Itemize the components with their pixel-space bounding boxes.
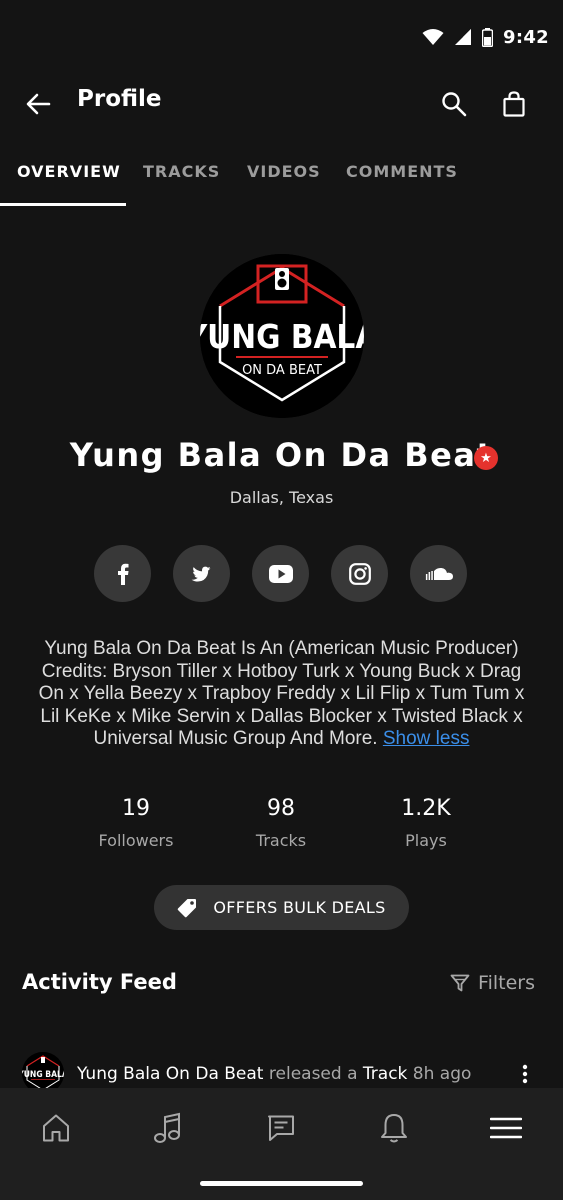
avatar-logo: YUNG BALA ON DA BEAT bbox=[200, 254, 364, 418]
profile-location: Dallas, Texas bbox=[229, 488, 334, 507]
profile-name: Yung Bala On Da Beat bbox=[69, 436, 494, 474]
nav-menu[interactable] bbox=[486, 1108, 526, 1148]
activity-feed-item[interactable]: YUNG BALA Yung Bala On Da Beat released … bbox=[22, 1052, 533, 1094]
soundcloud-button[interactable] bbox=[410, 545, 467, 602]
nav-notifications[interactable] bbox=[374, 1108, 414, 1148]
instagram-button[interactable] bbox=[331, 545, 388, 602]
instagram-icon bbox=[348, 562, 371, 585]
home-indicator bbox=[200, 1181, 363, 1186]
facebook-button[interactable] bbox=[94, 545, 151, 602]
verified-badge-icon: ★ bbox=[474, 446, 498, 470]
social-links bbox=[94, 545, 467, 602]
shopping-bag-icon bbox=[503, 91, 525, 117]
price-tag-icon bbox=[178, 898, 197, 917]
show-less-link[interactable]: Show less bbox=[383, 728, 470, 749]
activity-feed-header: Activity Feed Filters bbox=[22, 970, 535, 1004]
avatar-logo-line1: YUNG BALA bbox=[200, 317, 364, 356]
bell-icon bbox=[381, 1114, 407, 1143]
soundcloud-icon bbox=[425, 567, 453, 580]
bulk-deals-label: OFFERS BULK DEALS bbox=[213, 898, 386, 917]
tab-overview[interactable]: OVERVIEW bbox=[17, 162, 121, 181]
tab-tracks[interactable]: TRACKS bbox=[143, 162, 220, 181]
youtube-icon bbox=[268, 564, 293, 583]
stat-label: Followers bbox=[98, 831, 174, 850]
feed-item-time: 8h ago bbox=[412, 1064, 472, 1084]
facebook-icon bbox=[117, 563, 128, 585]
feed-item-actor[interactable]: Yung Bala On Da Beat bbox=[77, 1064, 263, 1084]
status-bar: 9:42 bbox=[0, 0, 563, 80]
wifi-icon bbox=[422, 29, 444, 45]
feed-item-more-button[interactable] bbox=[517, 1062, 533, 1086]
tab-videos[interactable]: VIDEOS bbox=[247, 162, 321, 181]
stat-value: 19 bbox=[122, 796, 150, 821]
profile-bio: Yung Bala On Da Beat Is An (American Mus… bbox=[30, 638, 533, 751]
nav-home[interactable] bbox=[36, 1108, 76, 1148]
nav-messages[interactable] bbox=[261, 1108, 301, 1148]
chat-icon bbox=[268, 1115, 294, 1141]
app-bar: Profile bbox=[0, 70, 563, 134]
stat-followers[interactable]: 19 Followers bbox=[66, 796, 206, 850]
page-title: Profile bbox=[77, 86, 162, 112]
stat-value: 1.2K bbox=[401, 796, 451, 821]
stat-plays[interactable]: 1.2K Plays bbox=[356, 796, 496, 850]
menu-icon bbox=[490, 1117, 522, 1139]
status-icons: 9:42 bbox=[422, 27, 549, 48]
search-icon bbox=[442, 92, 467, 117]
home-icon bbox=[43, 1114, 69, 1142]
status-time: 9:42 bbox=[503, 26, 549, 48]
profile-avatar[interactable]: YUNG BALA ON DA BEAT bbox=[200, 254, 364, 418]
feed-item-text: Yung Bala On Da Beat released a Track 8h… bbox=[77, 1064, 471, 1084]
arrow-left-icon bbox=[26, 93, 51, 115]
cart-button[interactable] bbox=[498, 88, 530, 120]
back-button[interactable] bbox=[22, 88, 54, 120]
signal-icon bbox=[455, 29, 472, 45]
search-button[interactable] bbox=[438, 88, 470, 120]
feed-item-verb: released a bbox=[268, 1064, 358, 1084]
active-tab-indicator bbox=[0, 203, 126, 206]
filters-label: Filters bbox=[478, 972, 535, 994]
stat-label: Tracks bbox=[255, 831, 307, 850]
more-vertical-icon bbox=[522, 1064, 528, 1084]
stat-tracks[interactable]: 98 Tracks bbox=[211, 796, 351, 850]
profile-tabs: OVERVIEW TRACKS VIDEOS COMMENTS bbox=[0, 150, 563, 206]
stat-value: 98 bbox=[267, 796, 295, 821]
filters-button[interactable]: Filters bbox=[450, 972, 535, 994]
bulk-deals-button[interactable]: OFFERS BULK DEALS bbox=[154, 885, 409, 930]
filter-icon bbox=[450, 974, 470, 992]
feed-item-object[interactable]: Track bbox=[363, 1064, 407, 1084]
battery-icon bbox=[482, 27, 494, 47]
twitter-button[interactable] bbox=[173, 545, 230, 602]
avatar-logo-line2: ON DA BEAT bbox=[242, 363, 322, 378]
youtube-button[interactable] bbox=[252, 545, 309, 602]
nav-music[interactable] bbox=[147, 1108, 187, 1148]
stat-label: Plays bbox=[405, 831, 447, 850]
tab-comments[interactable]: COMMENTS bbox=[346, 162, 458, 181]
twitter-icon bbox=[191, 566, 210, 581]
bottom-nav bbox=[0, 1088, 563, 1200]
activity-feed-title: Activity Feed bbox=[22, 970, 177, 994]
feed-avatar-logo-text: YUNG BALA bbox=[22, 1070, 64, 1080]
music-note-icon bbox=[154, 1112, 180, 1143]
